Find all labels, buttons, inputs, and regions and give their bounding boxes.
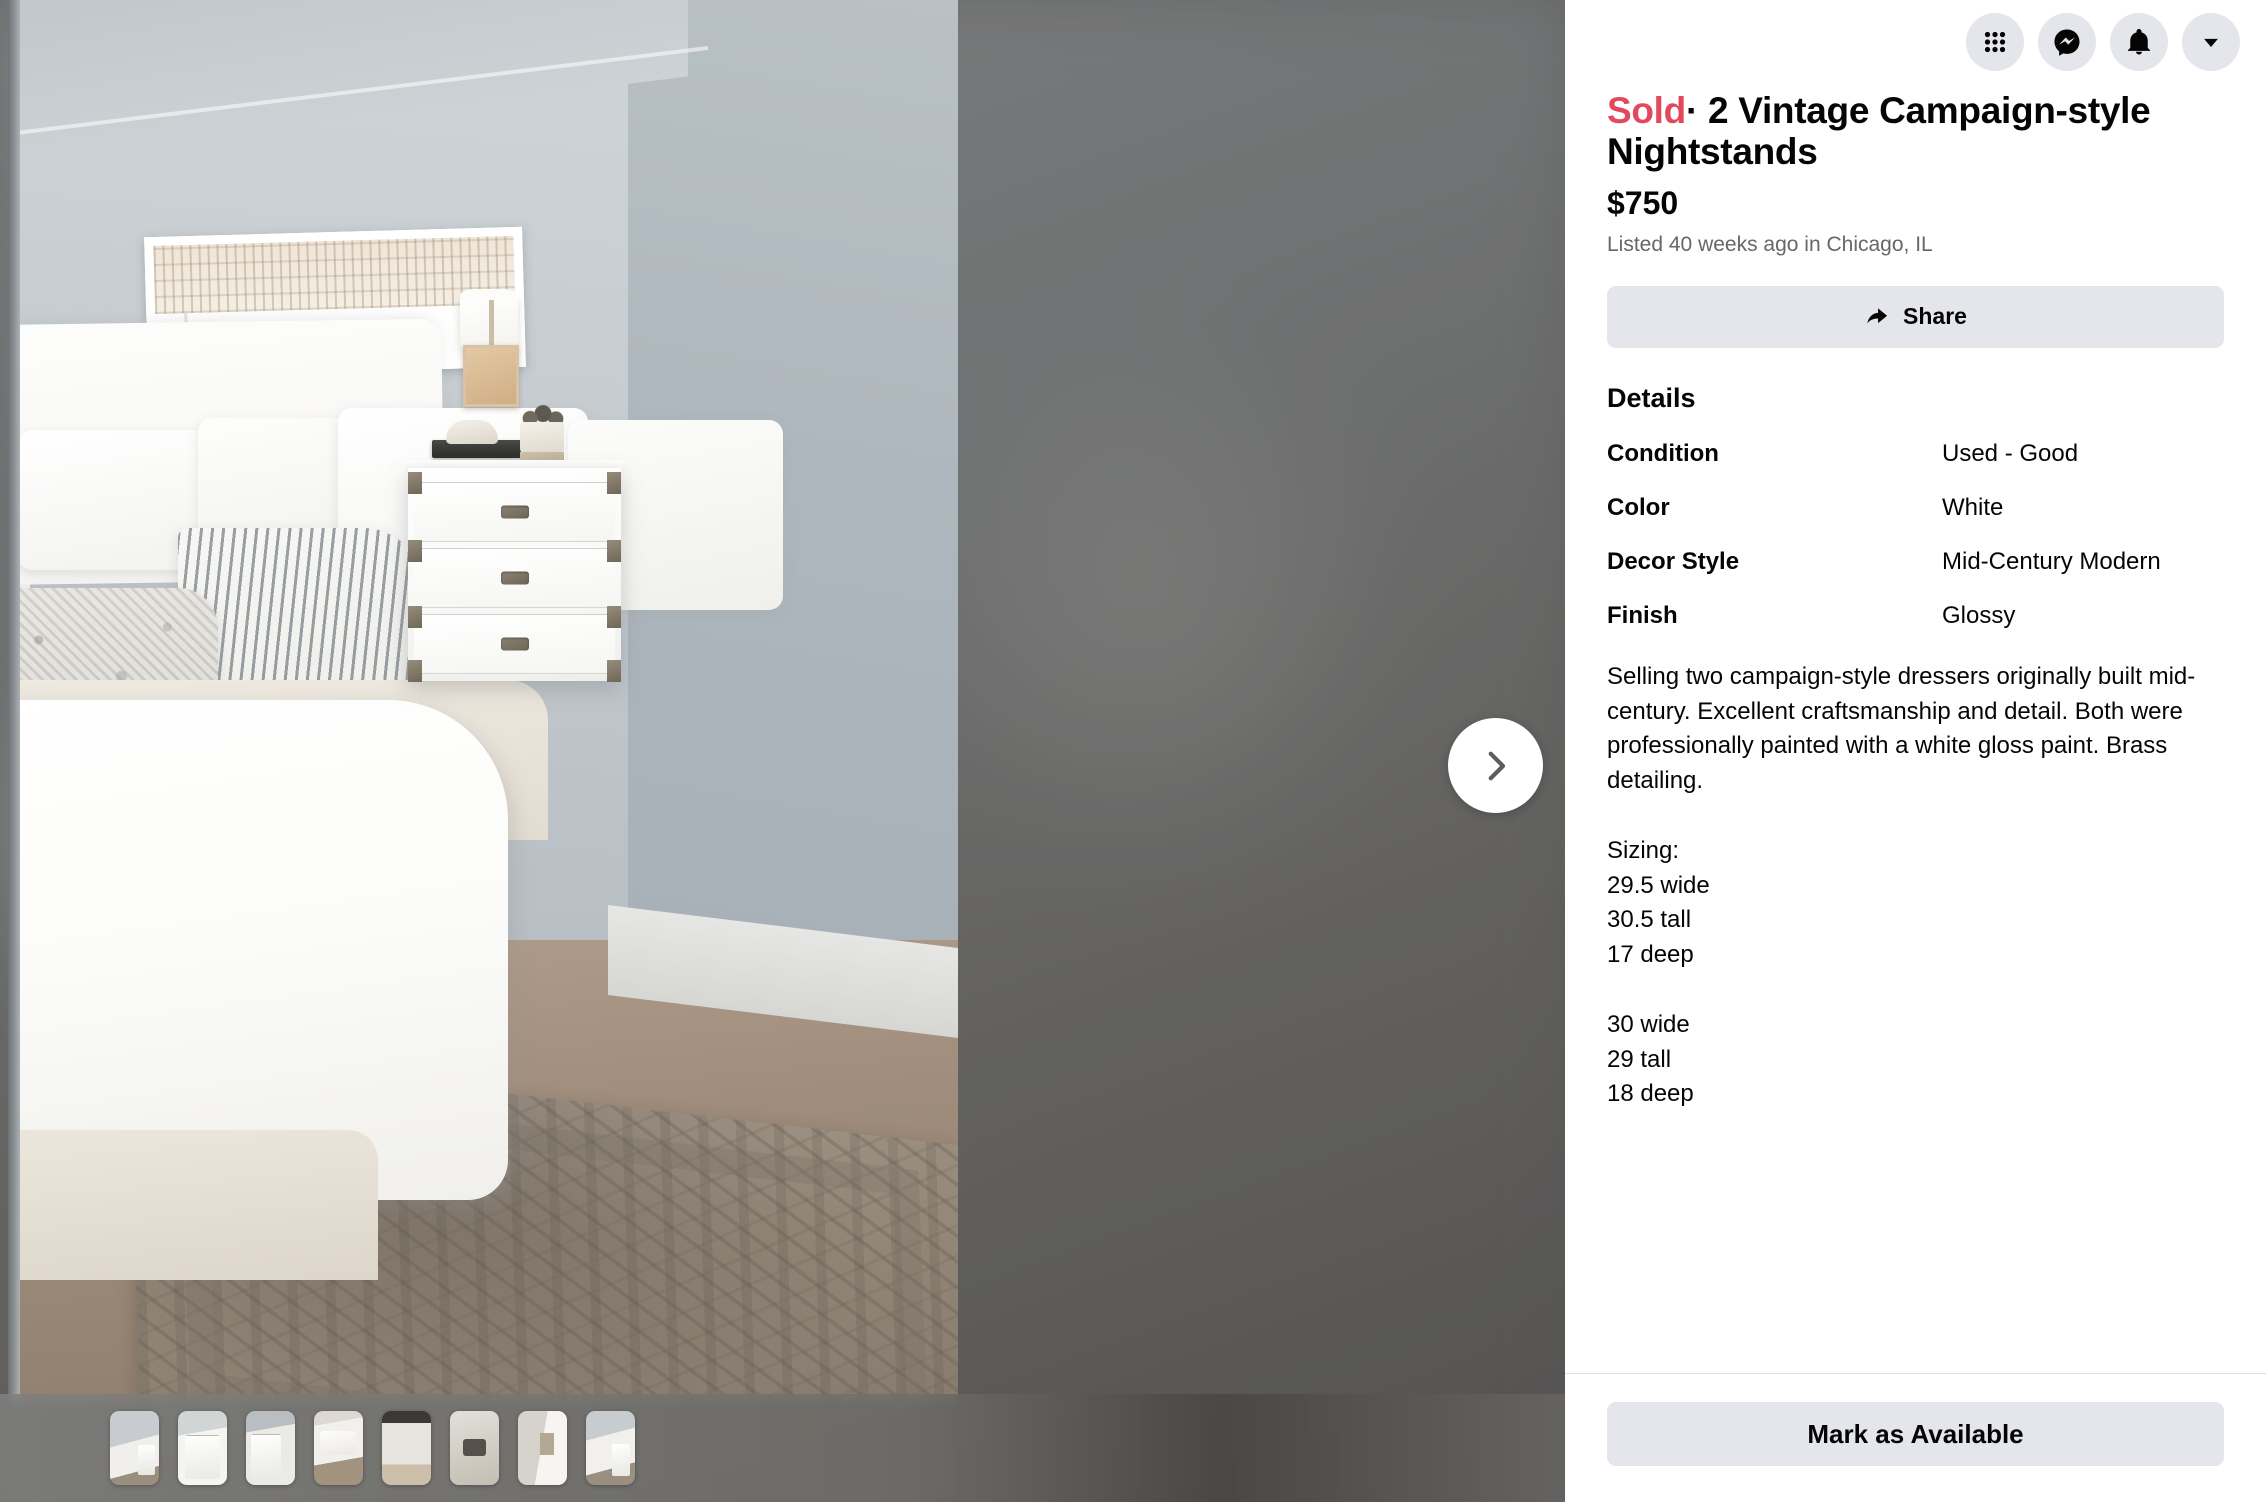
thumbnail-item-selected[interactable] (450, 1411, 499, 1485)
sconce-wall-plate (463, 345, 519, 407)
brass-corner-bracket (408, 660, 422, 682)
detail-key: Condition (1607, 439, 1719, 467)
brass-corner-bracket (607, 472, 621, 494)
thumbnail-item[interactable] (178, 1411, 227, 1485)
brass-corner-bracket (607, 540, 621, 562)
listing-description: Selling two campaign-style dressers orig… (1607, 662, 2196, 1108)
thumbnail-item[interactable] (382, 1411, 431, 1485)
brass-drawer-pull (500, 505, 529, 519)
detail-row-condition: Condition Used - Good (1607, 440, 2224, 468)
listing-meta: Listed 40 weeks ago in Chicago, IL (1607, 232, 1933, 256)
campaign-nightstand (408, 468, 621, 682)
detail-key: Finish (1607, 601, 1678, 629)
listing-content: Sold· 2 Vintage Campaign-style Nightstan… (1565, 84, 2266, 1373)
brass-corner-bracket (408, 606, 422, 628)
detail-row-finish: Finish Glossy (1607, 602, 2224, 630)
brass-corner-bracket (408, 540, 422, 562)
top-navigation-bar (1565, 0, 2266, 84)
chevron-down-icon (2204, 38, 2218, 47)
details-heading: Details (1607, 382, 1696, 413)
nightstand-drawer-middle (414, 548, 615, 608)
status-badge-sold: Sold (1607, 90, 1686, 131)
menu-grid-button[interactable] (1966, 13, 2024, 71)
marketplace-listing-page: Sold· 2 Vintage Campaign-style Nightstan… (0, 0, 2266, 1502)
white-duvet (8, 700, 508, 1200)
detail-value: Mid-Century Modern (1942, 547, 2161, 575)
listing-details-sidebar: Sold· 2 Vintage Campaign-style Nightstan… (1565, 0, 2266, 1502)
sidebar-footer: Mark as Available (1565, 1373, 2266, 1502)
brass-corner-bracket (607, 660, 621, 682)
brass-drawer-pull (500, 637, 529, 651)
messenger-icon (2054, 29, 2080, 56)
nightstand-drawer-top (414, 482, 615, 542)
brass-corner-bracket (408, 472, 422, 494)
brass-corner-bracket (607, 606, 621, 628)
brass-drawer-pull (500, 571, 529, 585)
detail-value: White (1942, 493, 2004, 521)
thumbnail-item[interactable] (110, 1411, 159, 1485)
mark-as-available-button[interactable]: Mark as Available (1607, 1402, 2224, 1466)
listing-price: $750 (1607, 184, 1679, 221)
notifications-button[interactable] (2110, 13, 2168, 71)
detail-row-color: Color White (1607, 494, 2224, 522)
notifications-bell-icon (2128, 29, 2150, 55)
planter-pot (520, 422, 564, 456)
detail-key: Color (1607, 493, 1670, 521)
page-title: Sold· 2 Vintage Campaign-style Nightstan… (1607, 90, 2224, 173)
detail-value: Used - Good (1942, 439, 2079, 467)
messenger-button[interactable] (2038, 13, 2096, 71)
share-button[interactable]: Share (1607, 285, 2224, 348)
photo-left-edge (8, 0, 20, 1402)
listing-hero-photo[interactable] (8, 0, 958, 1402)
detail-row-decor-style: Decor Style Mid-Century Modern (1607, 548, 2224, 576)
share-arrow-icon (1867, 308, 1888, 324)
next-photo-button[interactable] (1448, 718, 1543, 813)
decorative-bowl (446, 420, 498, 444)
bed-base (8, 1130, 378, 1280)
thumbnail-item[interactable] (586, 1411, 635, 1485)
thumbnail-item[interactable] (314, 1411, 363, 1485)
detail-key: Decor Style (1607, 547, 1740, 575)
detail-value: Glossy (1942, 601, 2016, 629)
nightstand-drawer-bottom (414, 614, 615, 674)
thumbnail-item[interactable] (246, 1411, 295, 1485)
title-separator: · (1685, 90, 1698, 131)
photo-viewer (0, 0, 1565, 1502)
menu-grid-icon (1984, 31, 2006, 53)
thumbnail-item[interactable] (518, 1411, 567, 1485)
chevron-right-icon (1488, 751, 1505, 780)
photo-thumbnail-strip[interactable] (0, 1394, 1565, 1502)
account-menu-button[interactable] (2182, 13, 2240, 71)
share-button-label: Share (1903, 303, 1967, 330)
